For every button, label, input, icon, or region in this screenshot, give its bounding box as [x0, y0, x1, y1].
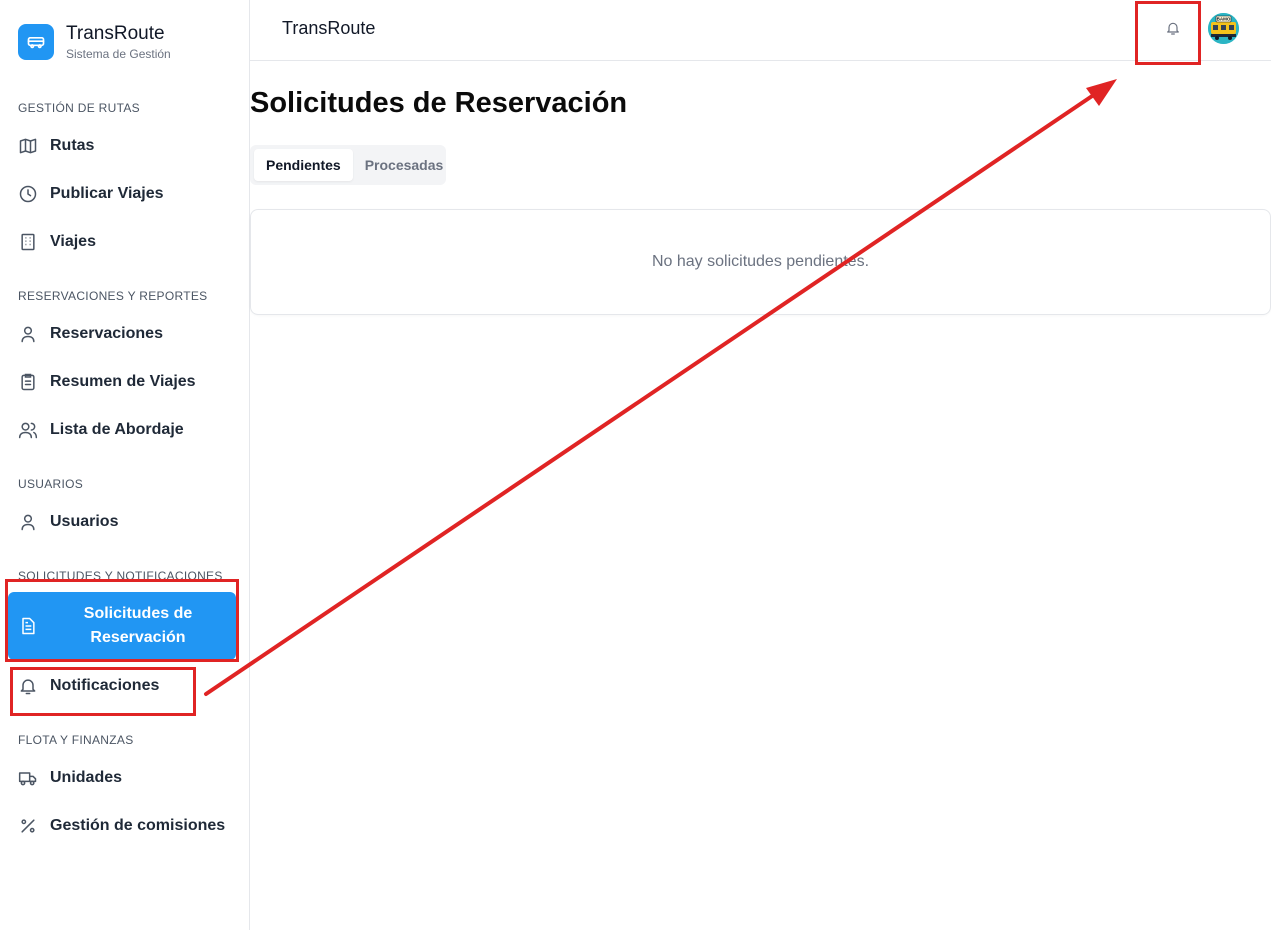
topbar: TransRoute BAMO [250, 0, 1271, 61]
brand[interactable]: TransRoute Sistema de Gestión [18, 23, 171, 61]
bus-icon [18, 24, 54, 60]
avatar-label: BAMO [1217, 17, 1231, 22]
sidebar: TransRoute Sistema de Gestión GESTIÓN DE… [0, 0, 250, 930]
sidebar-item-label: Unidades [50, 769, 123, 786]
sidebar-item-lista-abordaje[interactable]: Lista de Abordaje [8, 408, 236, 452]
sidebar-item-rutas[interactable]: Rutas [8, 124, 236, 168]
percent-icon [18, 816, 38, 836]
building-icon [18, 232, 38, 252]
sidebar-item-unidades[interactable]: Unidades [8, 756, 236, 800]
page-title: Solicitudes de Reservación [250, 87, 628, 119]
sidebar-item-label: Lista de Abordaje [50, 421, 184, 438]
sidebar-item-resumen-viajes[interactable]: Resumen de Viajes [8, 360, 236, 404]
brand-subtitle: Sistema de Gestión [66, 47, 171, 61]
user-icon [18, 324, 38, 344]
topbar-title: TransRoute [282, 18, 376, 38]
section-title-flota: FLOTA Y FINANZAS [18, 733, 134, 747]
sidebar-item-label: Gestión de comisiones [50, 817, 226, 834]
sidebar-item-publicar-viajes[interactable]: Publicar Viajes [8, 172, 236, 216]
section-title-usuarios: USUARIOS [18, 477, 84, 491]
section-title-reservaciones: RESERVACIONES Y REPORTES [18, 289, 208, 303]
tabs: Pendientes Procesadas [250, 145, 446, 185]
annotation-box-solicitudes [5, 579, 239, 662]
brand-title: TransRoute [66, 23, 165, 44]
sidebar-item-label: Reservaciones [50, 325, 163, 342]
sidebar-item-label: Resumen de Viajes [50, 373, 196, 390]
empty-state-card: No hay solicitudes pendientes. [250, 209, 1271, 315]
annotation-box-notificaciones [10, 667, 196, 716]
sidebar-item-viajes[interactable]: Viajes [8, 220, 236, 264]
sidebar-item-label: Publicar Viajes [50, 185, 164, 202]
user-icon [18, 512, 38, 532]
sidebar-item-label: Usuarios [50, 513, 119, 530]
sidebar-item-comisiones[interactable]: Gestión de comisiones [8, 804, 236, 848]
clipboard-icon [18, 372, 38, 392]
tab-procesadas[interactable]: Procesadas [353, 149, 456, 181]
avatar[interactable]: BAMO [1208, 13, 1239, 44]
tab-pendientes[interactable]: Pendientes [254, 149, 353, 181]
empty-state-message: No hay solicitudes pendientes. [651, 253, 870, 270]
map-icon [18, 136, 38, 156]
sidebar-item-usuarios[interactable]: Usuarios [8, 500, 236, 544]
section-title-rutas: GESTIÓN DE RUTAS [18, 101, 140, 115]
sidebar-item-label: Rutas [50, 137, 95, 154]
clock-icon [18, 184, 38, 204]
sidebar-item-reservaciones[interactable]: Reservaciones [8, 312, 236, 356]
sidebar-item-label: Viajes [50, 233, 96, 250]
annotation-box-header-bell [1135, 1, 1201, 65]
users-icon [18, 420, 38, 440]
truck-icon [18, 768, 38, 788]
